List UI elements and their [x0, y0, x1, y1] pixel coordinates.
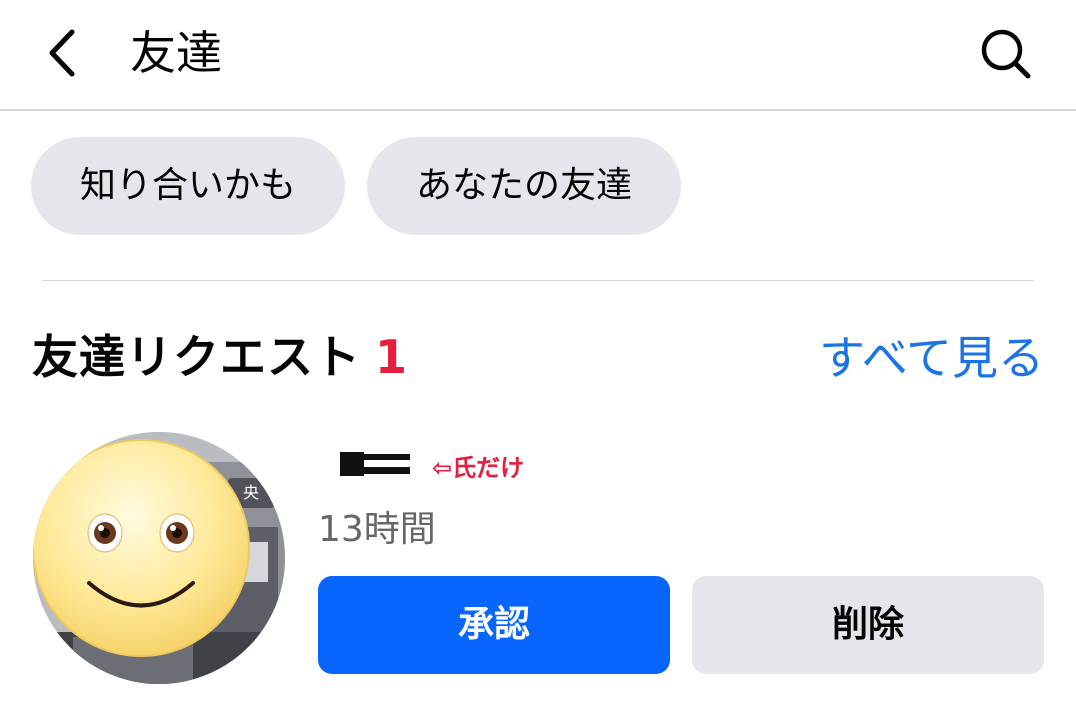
friend-requests-heading: 友達リクエスト 1: [32, 325, 408, 389]
redacted-name: [340, 452, 410, 476]
header-divider: [0, 109, 1076, 111]
top-bar: 友達: [0, 0, 1076, 111]
search-icon: [981, 29, 1031, 79]
chevron-left-icon: [49, 29, 75, 77]
friend-requests-title: 友達リクエスト: [32, 330, 361, 384]
search-button[interactable]: [974, 22, 1038, 84]
avatar[interactable]: 央: [33, 432, 285, 684]
see-all-link[interactable]: すべて見る: [819, 327, 1044, 389]
name-annotation: ⇦氏だけ: [432, 454, 525, 482]
page-title: 友達: [130, 26, 222, 80]
section-divider: [42, 280, 1034, 281]
approve-button[interactable]: 承認: [318, 576, 670, 674]
request-time: 13時間: [318, 509, 436, 550]
friends-page: 友達 知り合いかも あなたの友達 友達リクエスト 1 すべて見る 央 ⇦氏だけ …: [0, 0, 1076, 722]
tab-people-you-may-know[interactable]: 知り合いかも: [31, 137, 345, 235]
delete-button[interactable]: 削除: [692, 576, 1044, 674]
request-count-badge: 1: [375, 330, 409, 384]
back-button[interactable]: [38, 22, 94, 84]
tab-your-friends[interactable]: あなたの友達: [367, 137, 681, 235]
smiley-face-icon: [33, 439, 250, 657]
